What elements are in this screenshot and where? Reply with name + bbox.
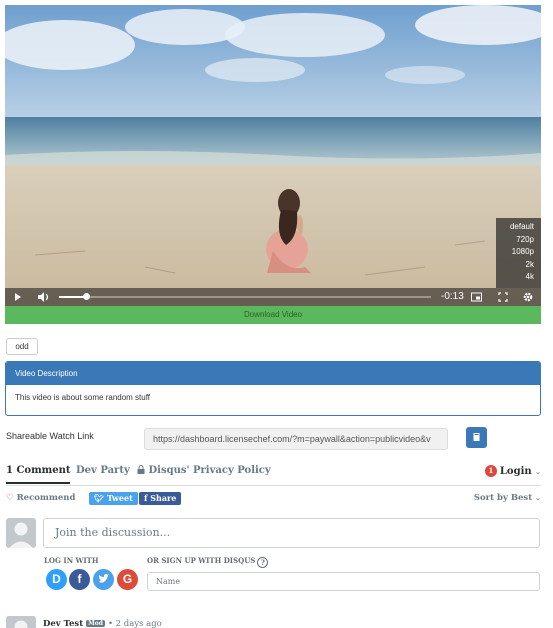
quality-option[interactable]: default	[496, 221, 541, 234]
facebook-login-icon[interactable]: f	[69, 569, 90, 590]
comment-time[interactable]: • 2 days ago	[108, 619, 162, 628]
video-player[interactable]: default 720p 1080p 2k 4k -0:13	[5, 5, 541, 306]
user-silhouette-icon	[14, 620, 28, 628]
fullscreen-icon[interactable]	[498, 288, 508, 306]
progress-start	[57, 288, 75, 306]
quality-option[interactable]: 2k	[496, 259, 541, 272]
login-with-label: LOG IN WITH	[44, 556, 99, 565]
heart-icon: ♡	[6, 493, 14, 503]
tweet-label: Tweet	[106, 493, 133, 503]
facebook-share-button[interactable]: f Share	[139, 492, 182, 505]
copy-icon	[473, 433, 480, 441]
sort-menu[interactable]: Sort by Best ⌄	[474, 493, 541, 503]
chevron-down-icon: ⌄	[535, 467, 541, 476]
download-video-button[interactable]: Download Video	[5, 306, 541, 324]
quality-option[interactable]: 4k	[496, 271, 541, 284]
share-link-input[interactable]: https://dashboard.licensechef.com/?m=pay…	[144, 428, 448, 450]
description-heading: Video Description	[6, 362, 540, 385]
mod-badge: Mod	[86, 620, 105, 627]
login-menu[interactable]: 1 Login ⌄	[484, 465, 541, 477]
disqus-login-icon[interactable]: D	[46, 569, 67, 590]
picture-in-picture-icon[interactable]	[471, 288, 482, 306]
comment-header: Dev Test Mod • 2 days ago	[43, 619, 162, 628]
recommend-button[interactable]: ♡ Recommend	[6, 493, 75, 503]
user-silhouette-icon	[9, 522, 33, 548]
question-icon[interactable]: ?	[257, 557, 269, 568]
tab-privacy-label: Disqus' Privacy Policy	[148, 465, 271, 476]
comment-author[interactable]: Dev Test	[43, 619, 83, 628]
description-body: This video is about some random stuff	[15, 393, 151, 402]
twitter-icon: 🐦︎	[94, 493, 105, 503]
quality-menu: default 720p 1080p 2k 4k	[496, 218, 541, 288]
progress-knob[interactable]	[82, 293, 90, 300]
description-panel: Video Description This video is about so…	[5, 361, 541, 416]
notification-badge: 1	[484, 465, 497, 477]
time-remaining: -0:13	[441, 291, 464, 302]
share-label: Share	[150, 493, 177, 503]
tab-privacy[interactable]: Disqus' Privacy Policy	[137, 465, 271, 476]
avatar	[6, 518, 36, 548]
video-frame	[5, 5, 541, 306]
volume-icon[interactable]	[37, 288, 51, 306]
lock-icon	[137, 465, 145, 474]
name-field[interactable]: Name	[147, 572, 540, 591]
gear-icon[interactable]	[522, 288, 534, 306]
login-label: Login	[499, 466, 532, 477]
share-link-label: Shareable Watch Link	[6, 431, 94, 441]
odd-button[interactable]: odd	[6, 338, 38, 355]
copy-link-button[interactable]	[466, 427, 487, 448]
tweet-button[interactable]: 🐦︎ Tweet	[89, 492, 138, 505]
signup-with-disqus: OR SIGN UP WITH DISQUS?	[147, 556, 269, 568]
chevron-down-icon: ⌄	[535, 493, 541, 502]
tab-comments[interactable]: 1 Comment	[6, 465, 71, 484]
discussion-input[interactable]: Join the discussion...	[43, 518, 540, 548]
recommend-label: Recommend	[16, 493, 76, 503]
play-icon[interactable]	[14, 288, 22, 306]
quality-option[interactable]: 720p	[496, 234, 541, 247]
comment-avatar[interactable]	[6, 616, 36, 628]
disqus-tabs: 1 Comment Dev Party Disqus' Privacy Poli…	[6, 462, 541, 486]
sort-label: Sort by Best	[473, 493, 533, 503]
twitter-login-icon[interactable]	[93, 569, 114, 590]
video-controls: -0:13	[5, 288, 541, 306]
quality-option[interactable]: 1080p	[496, 246, 541, 259]
google-login-icon[interactable]: G	[117, 569, 138, 590]
progress-bar[interactable]	[75, 293, 431, 300]
signup-label: OR SIGN UP WITH DISQUS	[147, 556, 256, 565]
tab-community[interactable]: Dev Party	[76, 465, 130, 476]
disqus-actions: ♡ Recommend 🐦︎ Tweet f Share Sort by Bes…	[6, 492, 541, 506]
facebook-icon: f	[144, 493, 148, 503]
